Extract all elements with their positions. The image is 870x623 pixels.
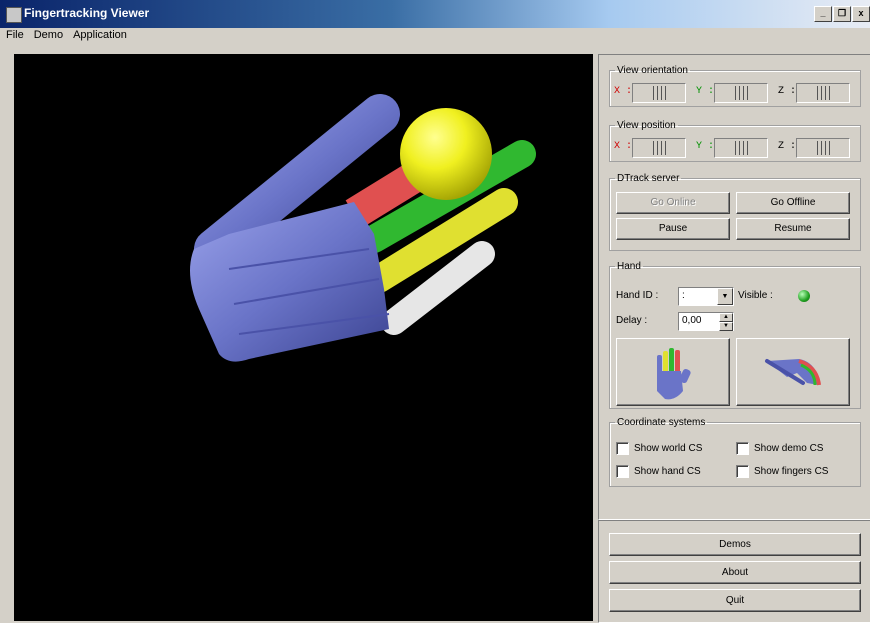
window-controls: _ ❐ x [814, 6, 870, 22]
show-fingers-cs-checkbox[interactable]: Show fingers CS [736, 465, 828, 478]
spin-down-icon[interactable]: ▼ [719, 322, 733, 331]
title-bar: Fingertracking Viewer _ ❐ x [0, 0, 870, 28]
about-button[interactable]: About [609, 561, 861, 584]
app-icon [6, 7, 22, 23]
side-hand-icon [765, 359, 821, 386]
hand-legend: Hand [617, 261, 641, 272]
visible-label: Visible : [738, 290, 773, 301]
orientation-z-label: Z : [778, 86, 797, 97]
control-panel: View orientation X : Y : Z : View positi… [598, 54, 870, 520]
position-y-label: Y : [696, 141, 715, 152]
position-z-label: Z : [778, 141, 797, 152]
fingertip-sphere [400, 108, 492, 200]
checkbox-box[interactable] [736, 465, 749, 478]
visible-indicator-icon [798, 290, 810, 302]
delay-spin-buttons: ▲ ▼ [719, 313, 733, 331]
pause-button[interactable]: Pause [616, 218, 730, 240]
position-x-label: X : [614, 141, 633, 152]
checkbox-box[interactable] [616, 442, 629, 455]
resume-button[interactable]: Resume [736, 218, 850, 240]
quit-button[interactable]: Quit [609, 589, 861, 612]
delay-label: Delay : [616, 315, 648, 326]
view-position-legend: View position [617, 120, 676, 131]
show-world-cs-label: Show world CS [634, 443, 703, 454]
checkbox-box[interactable] [736, 442, 749, 455]
menu-file[interactable]: File [0, 28, 28, 41]
show-demo-cs-checkbox[interactable]: Show demo CS [736, 442, 823, 455]
hand-id-select[interactable]: : ▼ [678, 287, 734, 306]
show-demo-cs-label: Show demo CS [754, 443, 824, 454]
show-world-cs-checkbox[interactable]: Show world CS [616, 442, 702, 455]
orientation-y-display [714, 83, 768, 103]
3d-viewport[interactable] [14, 54, 593, 621]
dtrack-server-group: DTrack server Go Online Go Offline Pause… [609, 173, 861, 251]
menu-application[interactable]: Application [67, 28, 131, 41]
position-z-display [796, 138, 850, 158]
view-orientation-legend: View orientation [617, 65, 688, 76]
hand-id-value: : [682, 290, 685, 301]
show-fingers-cs-label: Show fingers CS [754, 466, 829, 477]
coordinate-systems-group: Coordinate systems Show world CS Show de… [609, 417, 861, 487]
view-position-group: View position X : Y : Z : [609, 120, 861, 162]
show-hand-cs-label: Show hand CS [634, 466, 701, 477]
position-x-display [632, 138, 686, 158]
view-orientation-group: View orientation X : Y : Z : [609, 65, 861, 107]
go-offline-button[interactable]: Go Offline [736, 192, 850, 214]
show-hand-cs-checkbox[interactable]: Show hand CS [616, 465, 701, 478]
restore-button[interactable]: ❐ [833, 6, 851, 22]
demos-button[interactable]: Demos [609, 533, 861, 556]
delay-spinbox[interactable]: 0,00 ▲ ▼ [678, 312, 734, 331]
menu-demo[interactable]: Demo [28, 28, 67, 41]
checkbox-box[interactable] [616, 465, 629, 478]
hand-view-palm-button[interactable] [616, 338, 730, 406]
orientation-y-label: Y : [696, 86, 715, 97]
palm-hand-icon [657, 348, 691, 400]
navigation-panel: Demos About Quit [598, 520, 870, 623]
position-y-display [714, 138, 768, 158]
orientation-x-display [632, 83, 686, 103]
orientation-x-label: X : [614, 86, 633, 97]
close-button[interactable]: x [852, 6, 870, 22]
coordinate-systems-legend: Coordinate systems [617, 417, 706, 428]
orientation-z-display [796, 83, 850, 103]
go-online-button[interactable]: Go Online [616, 192, 730, 214]
hand-group: Hand Hand ID : : ▼ Visible : Delay : 0,0… [609, 261, 861, 409]
window-title: Fingertracking Viewer [24, 6, 150, 20]
spin-up-icon[interactable]: ▲ [719, 313, 733, 322]
minimize-button[interactable]: _ [814, 6, 832, 22]
menu-bar: File Demo Application [0, 28, 870, 44]
delay-value: 0,00 [682, 315, 702, 326]
hand-model-render [190, 94, 536, 362]
hand-view-side-button[interactable] [736, 338, 850, 406]
hand-id-label: Hand ID : [616, 290, 659, 301]
chevron-down-icon[interactable]: ▼ [717, 288, 733, 305]
dtrack-server-legend: DTrack server [617, 173, 680, 184]
